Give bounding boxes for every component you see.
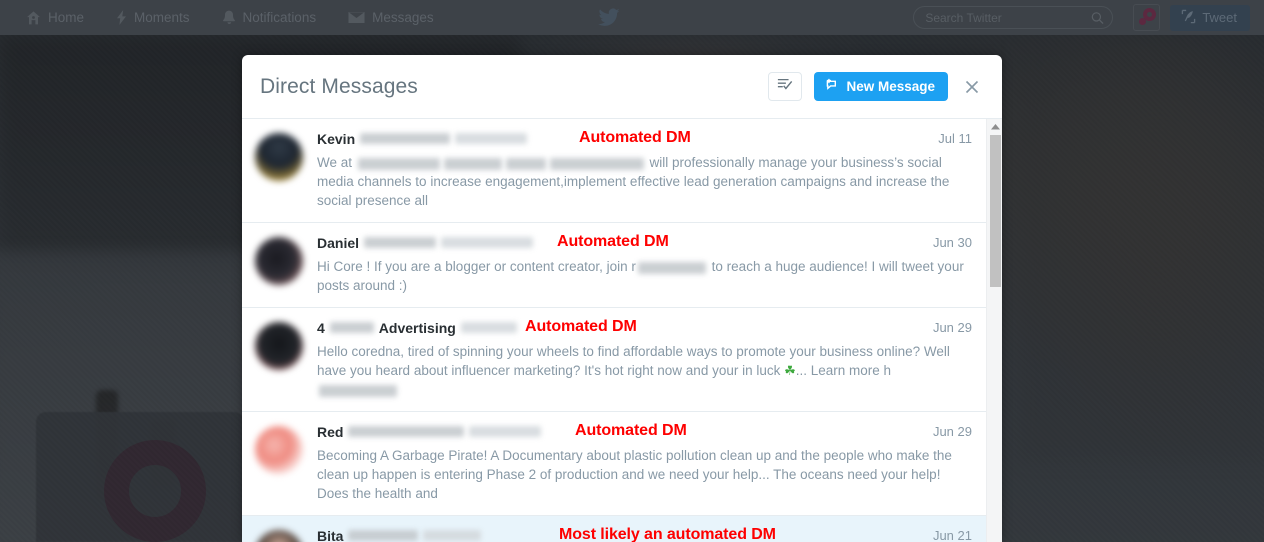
home-icon — [26, 10, 41, 25]
bell-icon — [222, 10, 236, 25]
dm-body: Red Automated DM Jun 29 Becoming A Garbage … — [317, 422, 972, 503]
annotation-label: Automated DM — [557, 233, 669, 250]
tweet-button-label: Tweet — [1202, 10, 1237, 25]
redacted-handle — [423, 530, 482, 541]
dm-header-line: Kevin Automated DM Jul 11 — [317, 129, 972, 150]
dm-body: Kevin Automated DM Jul 11 We at will profes… — [317, 129, 972, 210]
redacted-handle — [455, 133, 528, 144]
avatar — [255, 322, 303, 370]
dm-row[interactable]: 4 Advertising Automated DM Jun 29 Hello core… — [242, 308, 1002, 412]
dm-header-line: Red Automated DM Jun 29 — [317, 422, 972, 443]
search-icon[interactable] — [1091, 11, 1104, 24]
nav-item-moments-label: Moments — [134, 10, 190, 25]
twitter-bird-icon[interactable] — [596, 6, 622, 28]
nav-right-cluster: Search Twitter Tweet — [913, 0, 1264, 35]
dm-sender-name: Red — [317, 424, 344, 440]
new-message-button[interactable]: New Message — [814, 72, 948, 101]
top-navbar: Home Moments Notifications Messages Sear… — [0, 0, 1264, 35]
redacted-name — [348, 530, 419, 541]
avatar — [255, 237, 303, 285]
dm-body: Daniel Automated DM Jun 30 Hi Core ! If you… — [317, 233, 972, 295]
redacted-text — [319, 385, 397, 398]
avatar — [255, 530, 303, 542]
feather-quill-icon — [1181, 9, 1196, 27]
redacted-name — [329, 322, 374, 333]
redacted-name — [348, 426, 465, 437]
nav-links: Home Moments Notifications Messages — [0, 0, 434, 35]
redacted-text — [357, 158, 440, 171]
dm-preview-text: Hi Core ! If you are a blogger or conten… — [317, 259, 964, 293]
dm-date: Jun 29 — [932, 424, 972, 439]
annotation-label: Automated DM — [579, 129, 691, 146]
dm-date: Jun 29 — [932, 320, 972, 335]
annotation-label: Most likely an automated DM — [559, 526, 776, 542]
annotation-label: Automated DM — [525, 318, 637, 335]
redacted-text — [637, 262, 706, 275]
dm-preview-text: Hello coredna, tired of spinning your wh… — [317, 342, 972, 399]
dm-sender-name-suffix: Advertising — [378, 320, 456, 336]
nav-item-notifications[interactable]: Notifications — [222, 0, 317, 35]
mark-all-read-button[interactable] — [768, 72, 803, 101]
dm-row[interactable]: BitaMost likely an automated DMJun 21Tha… — [242, 516, 1002, 542]
nav-item-messages[interactable]: Messages — [348, 0, 434, 35]
list-scrollbar[interactable] — [986, 119, 1002, 542]
redacted-handle — [441, 237, 534, 248]
lightning-icon — [116, 10, 127, 25]
page-root: Home Moments Notifications Messages Sear… — [0, 0, 1264, 542]
nav-item-messages-label: Messages — [372, 10, 434, 25]
redacted-text — [549, 158, 644, 171]
dm-sender-name: 4 — [317, 320, 325, 336]
redacted-name — [364, 237, 437, 248]
tweet-button[interactable]: Tweet — [1170, 4, 1250, 31]
new-message-label: New Message — [846, 79, 935, 94]
search-placeholder: Search Twitter — [925, 10, 1002, 25]
mark-all-read-icon — [777, 77, 793, 97]
redacted-handle — [469, 426, 542, 437]
dm-sender-name: Bita — [317, 528, 344, 542]
profile-avatar[interactable] — [1133, 4, 1161, 31]
nav-item-moments[interactable]: Moments — [116, 0, 190, 35]
dm-body: BitaMost likely an automated DMJun 21Tha… — [317, 526, 972, 542]
dm-date: Jul 11 — [938, 131, 972, 146]
header-actions: New Message — [768, 72, 982, 101]
redacted-name — [360, 133, 451, 144]
redacted-text — [443, 158, 502, 171]
dm-header-line: 4 Advertising Automated DM Jun 29 — [317, 318, 972, 339]
page-title: Direct Messages — [260, 74, 418, 98]
dm-preview-text: We at will professionally manage your bu… — [317, 155, 950, 208]
envelope-icon — [348, 11, 365, 24]
modal-header: Direct Messages New Message — [242, 55, 1002, 119]
dm-preview-text: Becoming A Garbage Pirate! A Documentary… — [317, 448, 952, 501]
clover-emoji: ☘ — [784, 363, 796, 378]
dm-sender-name: Daniel — [317, 235, 360, 251]
nav-item-notifications-label: Notifications — [242, 10, 317, 25]
dm-header-line: Daniel Automated DM Jun 30 — [317, 233, 972, 254]
dm-body: 4 Advertising Automated DM Jun 29 Hello core… — [317, 318, 972, 399]
redacted-handle — [460, 322, 517, 333]
scrollbar-thumb[interactable] — [990, 135, 1001, 287]
dm-date: Jun 21 — [932, 528, 972, 542]
avatar — [255, 133, 303, 181]
redacted-text — [505, 158, 546, 171]
nav-item-home[interactable]: Home — [26, 0, 84, 35]
dm-date: Jun 30 — [932, 235, 972, 250]
dm-header-line: Bita Most likely an automated DM Jun 21 — [317, 526, 972, 542]
scroll-up-arrow-icon[interactable] — [987, 119, 1002, 134]
search-input[interactable]: Search Twitter — [913, 6, 1114, 29]
direct-messages-modal: Direct Messages New Message Kevin Automa… — [242, 55, 1002, 542]
avatar — [255, 426, 303, 474]
dm-row[interactable]: Red Automated DM Jun 29 Becoming A Garbage … — [242, 412, 1002, 516]
new-message-icon — [825, 78, 840, 95]
dm-row[interactable]: Kevin Automated DM Jul 11 We at will profes… — [242, 119, 1002, 223]
close-icon[interactable] — [962, 77, 982, 97]
direct-messages-list[interactable]: Kevin Automated DM Jul 11 We at will profes… — [242, 119, 1002, 542]
dm-row[interactable]: Daniel Automated DM Jun 30 Hi Core ! If you… — [242, 223, 1002, 308]
annotation-label: Automated DM — [575, 422, 687, 439]
avatar-dot — [1139, 18, 1147, 25]
dm-sender-name: Kevin — [317, 131, 356, 147]
nav-item-home-label: Home — [48, 10, 85, 25]
